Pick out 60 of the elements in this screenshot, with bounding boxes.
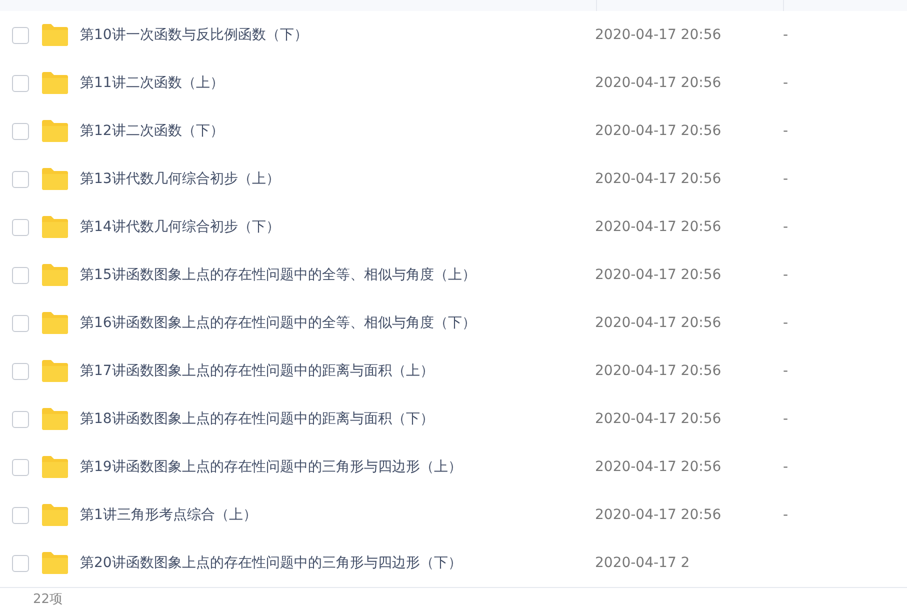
folder-icon — [42, 408, 68, 430]
file-name[interactable]: 第15讲函数图象上点的存在性问题中的全等、相似与角度（上） — [80, 264, 595, 286]
folder-icon — [42, 456, 68, 478]
modified-date: 2020-04-17 20:56 — [595, 170, 722, 188]
checkbox[interactable] — [12, 410, 29, 428]
checkbox[interactable] — [12, 458, 29, 476]
file-name[interactable]: 第10讲一次函数与反比例函数（下） — [80, 24, 595, 46]
file-size: - — [783, 362, 788, 380]
checkbox[interactable] — [12, 506, 29, 524]
checkbox[interactable] — [12, 314, 29, 332]
folder-icon — [42, 504, 68, 526]
modified-date: 2020-04-17 20:56 — [595, 218, 722, 236]
file-name[interactable]: 第20讲函数图象上点的存在性问题中的三角形与四边形（下） — [80, 552, 595, 574]
file-size: - — [783, 506, 788, 524]
checkbox[interactable] — [12, 362, 29, 380]
file-name[interactable]: 第19讲函数图象上点的存在性问题中的三角形与四边形（上） — [80, 456, 595, 478]
folder-icon — [42, 552, 68, 574]
folder-icon — [42, 216, 68, 238]
folder-icon — [42, 24, 68, 46]
modified-date: 2020-04-17 2 — [595, 554, 691, 572]
folder-icon — [42, 120, 68, 142]
modified-date: 2020-04-17 20:56 — [595, 506, 722, 524]
folder-icon — [42, 360, 68, 382]
checkbox[interactable] — [12, 554, 29, 572]
file-size: - — [783, 26, 788, 44]
file-size: - — [783, 458, 788, 476]
checkbox[interactable] — [12, 218, 29, 236]
checkbox[interactable] — [12, 26, 29, 44]
file-size: - — [783, 314, 788, 332]
folder-icon — [42, 264, 68, 286]
modified-date: 2020-04-17 20:56 — [595, 74, 722, 92]
checkbox[interactable] — [12, 122, 29, 140]
checkbox[interactable] — [12, 170, 29, 188]
file-name[interactable]: 第11讲二次函数（上） — [80, 72, 595, 94]
file-name[interactable]: 第12讲二次函数（下） — [80, 120, 595, 142]
file-size: - — [783, 122, 788, 140]
file-size: - — [783, 410, 788, 428]
checkbox[interactable] — [12, 74, 29, 92]
modified-date: 2020-04-17 20:56 — [595, 122, 722, 140]
file-name[interactable]: 第18讲函数图象上点的存在性问题中的距离与面积（下） — [80, 408, 595, 430]
modified-date: 2020-04-17 20:56 — [595, 362, 722, 380]
file-name[interactable]: 第17讲函数图象上点的存在性问题中的距离与面积（上） — [80, 360, 595, 382]
modified-date: 2020-04-17 20:56 — [595, 410, 722, 428]
folder-icon — [42, 168, 68, 190]
file-size: - — [783, 74, 788, 92]
folder-icon — [42, 72, 68, 94]
file-name[interactable]: 第1讲三角形考点综合（上） — [80, 504, 595, 526]
modified-date: 2020-04-17 20:56 — [595, 26, 722, 44]
checkbox[interactable] — [12, 266, 29, 284]
file-size: - — [783, 266, 788, 284]
item-count: 22项 — [33, 592, 63, 606]
file-size: - — [783, 170, 788, 188]
file-name[interactable]: 第16讲函数图象上点的存在性问题中的全等、相似与角度（下） — [80, 312, 595, 334]
folder-icon — [42, 312, 68, 334]
modified-date: 2020-04-17 20:56 — [595, 458, 722, 476]
file-size: - — [783, 218, 788, 236]
file-name[interactable]: 第13讲代数几何综合初步（上） — [80, 168, 595, 190]
modified-date: 2020-04-17 20:56 — [595, 266, 722, 284]
file-name[interactable]: 第14讲代数几何综合初步（下） — [80, 216, 595, 238]
modified-date: 2020-04-17 20:56 — [595, 314, 722, 332]
